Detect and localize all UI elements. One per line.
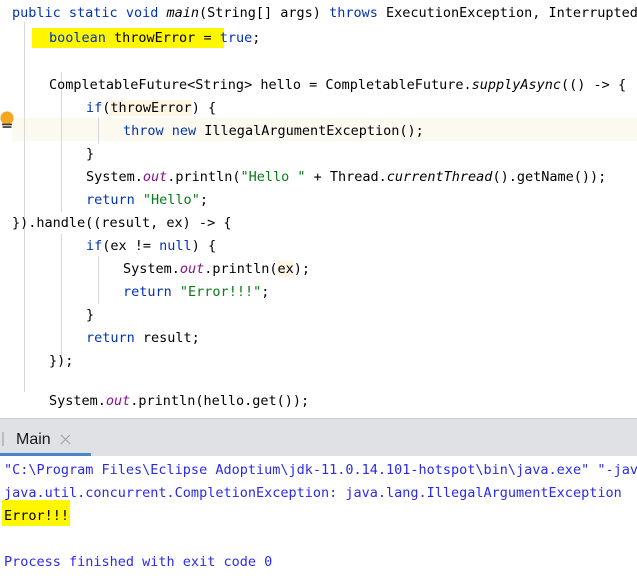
code-token: }: [86, 307, 95, 323]
code-token: throws: [329, 5, 378, 21]
code-token: return: [86, 330, 135, 346]
code-token: .println(: [204, 261, 278, 277]
code-token: if: [86, 100, 103, 116]
code-line: System.out.println(ex);: [123, 258, 310, 281]
code-token: (String[] args): [199, 5, 330, 21]
code-token: System.: [123, 261, 180, 277]
code-token: return: [123, 284, 172, 300]
code-token: static: [68, 5, 118, 21]
code-token: currentThread: [386, 169, 493, 185]
console-output[interactable]: "C:\Program Files\Eclipse Adoptium\jdk-1…: [0, 456, 637, 585]
code-token: IllegalArgumentException();: [196, 123, 424, 139]
code-token: ExecutionException, InterruptedException…: [385, 5, 637, 21]
code-token: ex: [277, 261, 294, 277]
editor-text-area[interactable]: public static void main(String[] args) t…: [12, 0, 637, 418]
code-token: "Error!!!": [179, 284, 262, 300]
code-line: }: [86, 304, 94, 327]
tab-left-marker: [2, 432, 4, 446]
code-token: result;: [134, 330, 200, 346]
code-token: if: [86, 238, 103, 254]
run-tool-window: Main "C:\Program Files\Eclipse Adoptium\…: [0, 423, 637, 585]
code-token: ) {: [191, 100, 217, 116]
code-token: void: [125, 5, 159, 21]
code-token: ;: [252, 30, 261, 46]
console-line: java.util.concurrent.CompletionException…: [4, 485, 622, 501]
code-token: out: [105, 393, 131, 409]
console-line: "C:\Program Files\Eclipse Adoptium\jdk-1…: [4, 462, 637, 478]
code-token: });: [49, 353, 74, 369]
code-line: throw new IllegalArgumentException();: [123, 120, 424, 143]
console-line: Process finished with exit code 0: [4, 554, 273, 570]
code-line: return result;: [86, 327, 200, 350]
code-editor[interactable]: public static void main(String[] args) t…: [0, 0, 637, 418]
code-line: System.out.println("Hello " + Thread.cur…: [86, 166, 606, 189]
code-token: true: [219, 30, 253, 46]
code-token: throw: [123, 123, 164, 139]
code-token: + Thread.: [305, 169, 387, 185]
code-token: main: [166, 5, 200, 21]
code-token: CompletableFuture<String> hello = Comple…: [49, 77, 472, 93]
indent-guide: [98, 118, 99, 144]
indent-guide: [98, 256, 99, 304]
code-line: System.out.println(hello.get());: [49, 390, 309, 413]
code-token: out: [142, 169, 168, 185]
console-line: Error!!!: [4, 508, 70, 524]
code-line: return "Hello";: [86, 189, 208, 212]
code-token: (() -> {: [561, 77, 627, 93]
code-token: );: [293, 261, 310, 277]
code-line: if(throwError) {: [86, 97, 216, 120]
code-line: public static void main(String[] args) t…: [12, 2, 637, 25]
code-token: new: [171, 123, 197, 139]
code-token: supplyAsync: [471, 77, 562, 93]
run-tab-bar: Main: [0, 423, 637, 456]
code-token: out: [179, 261, 205, 277]
code-line: }).handle((result, ex) -> {: [12, 212, 231, 235]
indent-guide: [61, 234, 62, 362]
code-token: null: [159, 238, 192, 254]
code-token: ;: [199, 192, 208, 208]
code-token: throwError: [110, 100, 192, 116]
code-token: "Hello": [142, 192, 200, 208]
code-line: if(ex != null) {: [86, 235, 216, 258]
code-line: CompletableFuture<String> hello = Comple…: [49, 74, 626, 97]
code-token: throwError =: [105, 30, 220, 46]
code-line: boolean throwError = true;: [49, 27, 260, 50]
close-icon[interactable]: [59, 433, 72, 446]
code-token: ;: [261, 284, 270, 300]
code-token: .println(hello.get());: [130, 393, 310, 409]
code-line: return "Error!!!";: [123, 281, 269, 304]
code-line: });: [49, 350, 73, 373]
code-token: boolean: [49, 30, 106, 46]
code-token: ) {: [191, 238, 217, 254]
indent-guide: [24, 22, 25, 392]
code-token: "Hello ": [240, 169, 306, 185]
code-token: }: [86, 146, 95, 162]
intellij-idea-window: public static void main(String[] args) t…: [0, 0, 637, 585]
code-token: public: [12, 5, 61, 21]
tab-main[interactable]: Main: [12, 423, 80, 456]
tab-main-label: Main: [16, 430, 51, 448]
code-token: System.: [86, 169, 143, 185]
code-token: ().getName());: [492, 169, 607, 185]
code-token: (ex !=: [102, 238, 160, 254]
code-line: }: [86, 143, 94, 166]
code-token: return: [86, 192, 135, 208]
code-token: }).handle((result, ex) -> {: [12, 215, 232, 231]
code-token: .println(: [167, 169, 241, 185]
code-token: System.: [49, 393, 106, 409]
